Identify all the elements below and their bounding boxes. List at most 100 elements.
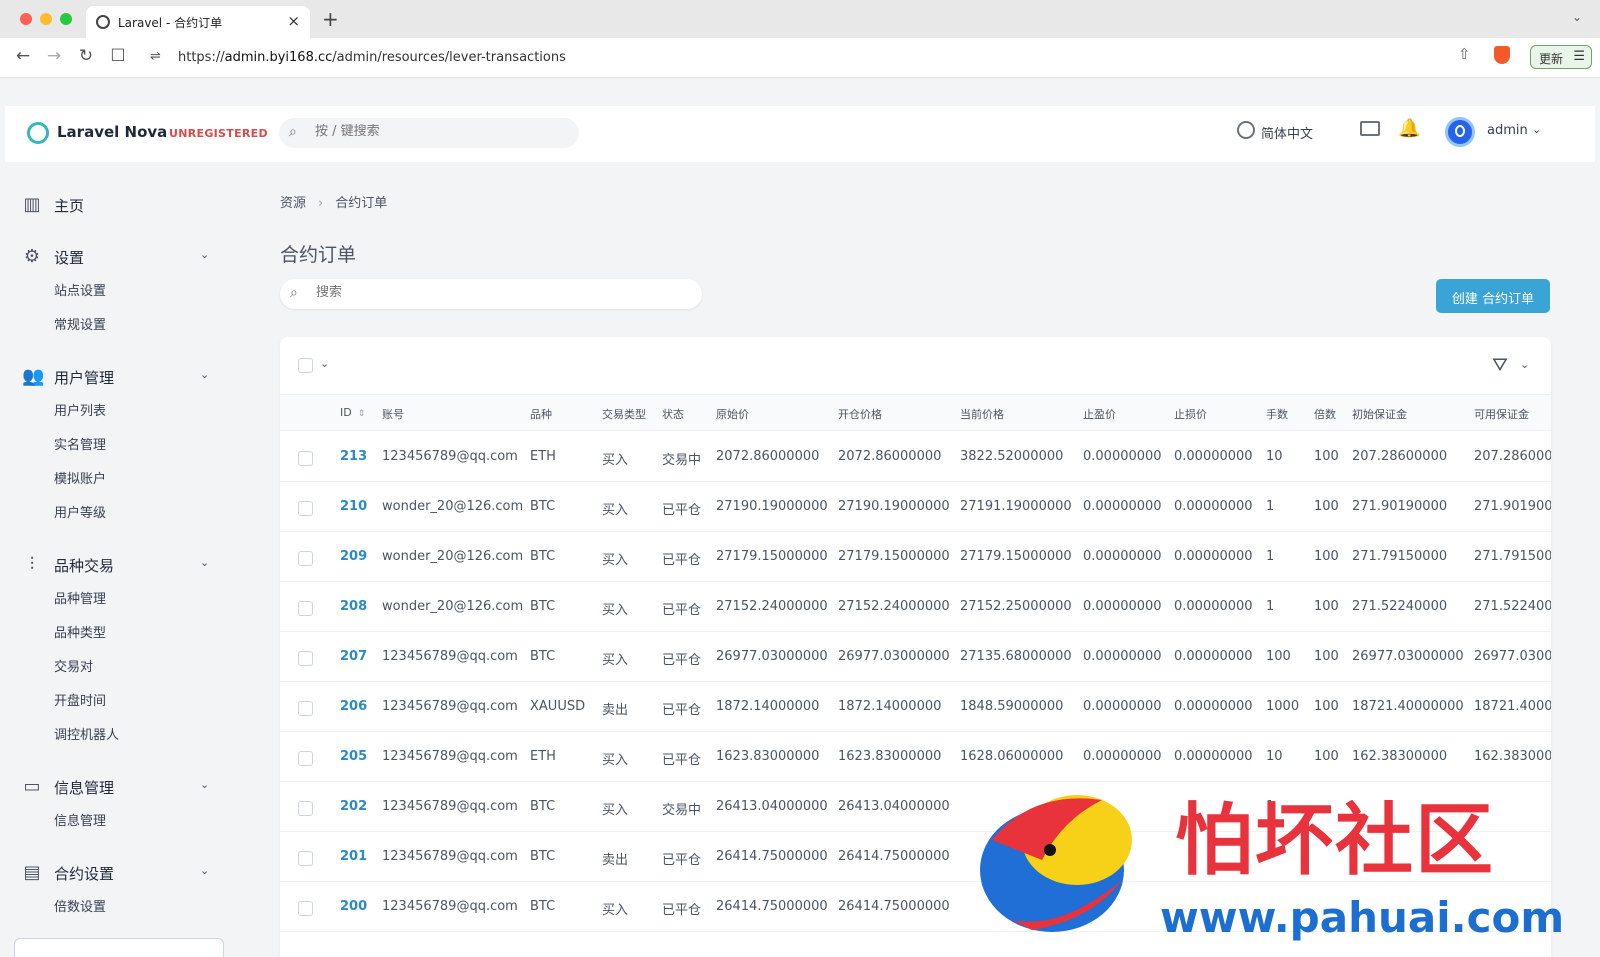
cell-id[interactable]: 205 bbox=[340, 749, 367, 764]
row-checkbox[interactable] bbox=[298, 751, 313, 766]
filter-icon[interactable]: ⛛ bbox=[1492, 354, 1508, 376]
sidebar-item-pairs[interactable]: 交易对 bbox=[54, 656, 93, 675]
table-row[interactable]: 209 wonder_20@126.com BTC 买入 已平仓 27179.150000… bbox=[280, 532, 1551, 582]
row-checkbox[interactable] bbox=[298, 551, 313, 566]
sidebar-item-symbols[interactable]: 品种管理 bbox=[54, 588, 106, 607]
cell-take-profit: 0.00000000 bbox=[1083, 749, 1162, 764]
row-checkbox[interactable] bbox=[298, 501, 313, 516]
table-row[interactable]: 206 123456789@qq.com XAUUSD 卖出 已平仓 1872.14000… bbox=[280, 682, 1551, 732]
column-header-trade-type: 交易类型 bbox=[602, 408, 646, 421]
new-tab-button[interactable]: + bbox=[322, 7, 339, 31]
row-checkbox[interactable] bbox=[298, 701, 313, 716]
minimize-window-button[interactable] bbox=[40, 13, 52, 25]
chevron-down-icon[interactable]: ⌄ bbox=[320, 357, 329, 370]
bookmark-icon[interactable]: ☐ bbox=[107, 46, 129, 66]
maximize-window-button[interactable] bbox=[60, 13, 72, 25]
unregistered-badge[interactable]: UNREGISTERED bbox=[169, 127, 268, 140]
sidebar-group-contract[interactable]: ▤ 合约设置 ⌄ bbox=[0, 860, 230, 886]
tab-close-icon[interactable]: × bbox=[287, 12, 300, 30]
cell-id[interactable]: 201 bbox=[340, 849, 367, 864]
cell-id[interactable]: 210 bbox=[340, 499, 367, 514]
table-row[interactable]: 208 wonder_20@126.com BTC 买入 已平仓 27152.240000… bbox=[280, 582, 1551, 632]
row-checkbox[interactable] bbox=[298, 801, 313, 816]
global-search-input[interactable] bbox=[315, 124, 565, 139]
chevron-down-icon[interactable]: ⌄ bbox=[1532, 123, 1541, 136]
cell-id[interactable]: 200 bbox=[340, 899, 367, 914]
cell-current-price: 1848.59000000 bbox=[960, 699, 1064, 714]
browser-tab-active[interactable]: Laravel - 合约订单 × bbox=[86, 6, 310, 38]
column-header-id[interactable]: ID ⇕ bbox=[340, 406, 365, 419]
sidebar-item-messages[interactable]: 信息管理 bbox=[54, 810, 106, 829]
logo-text[interactable]: Laravel Nova bbox=[57, 123, 167, 141]
close-window-button[interactable] bbox=[20, 13, 32, 25]
row-checkbox[interactable] bbox=[298, 651, 313, 666]
share-icon[interactable]: ⇧ bbox=[1458, 45, 1471, 63]
chevron-down-icon[interactable]: ⌄ bbox=[1520, 358, 1529, 371]
cell-trade-type: 买入 bbox=[602, 753, 629, 768]
select-all-checkbox[interactable] bbox=[298, 358, 313, 373]
cell-trade-type: 买入 bbox=[602, 653, 629, 668]
cell-account: 123456789@qq.com bbox=[382, 849, 518, 864]
presentation-icon: ▤ bbox=[23, 862, 41, 883]
cell-id[interactable]: 209 bbox=[340, 549, 367, 564]
sidebar-group-trading[interactable]: ⫶ 品种交易 ⌄ bbox=[0, 552, 230, 578]
row-checkbox[interactable] bbox=[298, 601, 313, 616]
table-row[interactable]: 205 123456789@qq.com ETH 买入 已平仓 1623.83000000… bbox=[280, 732, 1551, 782]
cell-current-price: 27179.15000000 bbox=[960, 549, 1072, 564]
table-row[interactable]: 213 123456789@qq.com ETH 买入 交易中 2072.86000000… bbox=[280, 432, 1551, 482]
bell-icon[interactable]: 🔔 bbox=[1398, 118, 1420, 139]
global-search[interactable]: ⌕ bbox=[279, 118, 579, 148]
sidebar-item-symbol-types[interactable]: 品种类型 bbox=[54, 622, 106, 641]
cell-open-price: 26414.75000000 bbox=[838, 899, 950, 914]
breadcrumb: 资源 › 合约订单 bbox=[280, 192, 387, 211]
monitor-icon[interactable] bbox=[1360, 121, 1380, 136]
brave-shield-icon[interactable] bbox=[1494, 46, 1510, 64]
breadcrumb-resources[interactable]: 资源 bbox=[280, 196, 306, 211]
language-switcher[interactable]: 简体中文 bbox=[1261, 123, 1313, 142]
cell-status: 已平仓 bbox=[662, 703, 702, 718]
resource-search-input[interactable] bbox=[316, 285, 686, 300]
sidebar-group-settings[interactable]: ⚙ 设置 ⌄ bbox=[0, 244, 230, 270]
cell-id[interactable]: 208 bbox=[340, 599, 367, 614]
avatar[interactable] bbox=[1445, 117, 1475, 147]
cell-id[interactable]: 206 bbox=[340, 699, 367, 714]
sidebar-group-messages[interactable]: ▭ 信息管理 ⌄ bbox=[0, 774, 230, 800]
user-menu[interactable]: admin bbox=[1487, 123, 1528, 138]
table-row[interactable]: 207 123456789@qq.com BTC 买入 已平仓 26977.0300000… bbox=[280, 632, 1551, 682]
sidebar-item-user-levels[interactable]: 用户等级 bbox=[54, 502, 106, 521]
forward-icon[interactable]: → bbox=[43, 46, 65, 66]
row-checkbox[interactable] bbox=[298, 851, 313, 866]
back-icon[interactable]: ← bbox=[12, 46, 34, 66]
sidebar-group-users[interactable]: 👥 用户管理 ⌄ bbox=[0, 364, 230, 390]
cell-original-price: 27190.19000000 bbox=[716, 499, 828, 514]
sidebar-item-active-partial[interactable] bbox=[14, 938, 224, 957]
row-checkbox[interactable] bbox=[298, 901, 313, 916]
table-row[interactable]: 210 wonder_20@126.com BTC 买入 已平仓 27190.190000… bbox=[280, 482, 1551, 532]
tab-list-chevron-icon[interactable]: ⌄ bbox=[1572, 10, 1582, 24]
sidebar-item-site-settings[interactable]: 站点设置 bbox=[54, 280, 106, 299]
row-checkbox[interactable] bbox=[298, 451, 313, 466]
sidebar-item-control-bot[interactable]: 调控机器人 bbox=[54, 724, 119, 743]
cell-id[interactable]: 207 bbox=[340, 649, 367, 664]
nova-logo-icon[interactable] bbox=[27, 122, 49, 144]
sidebar-item-multiplier[interactable]: 倍数设置 bbox=[54, 896, 106, 915]
sidebar-item-verification[interactable]: 实名管理 bbox=[54, 434, 106, 453]
site-info-icon[interactable]: ⇌ bbox=[150, 49, 161, 64]
cell-id[interactable]: 213 bbox=[340, 449, 367, 464]
sidebar-item-home[interactable]: ▥ 主页 bbox=[0, 192, 230, 218]
resource-search[interactable]: ⌕ bbox=[280, 279, 702, 309]
address-bar[interactable]: ⇌ https://admin.byi168.cc/admin/resource… bbox=[140, 43, 1480, 73]
language-globe-icon[interactable] bbox=[1237, 121, 1255, 139]
sidebar-item-demo-accounts[interactable]: 模拟账户 bbox=[54, 468, 106, 487]
chevron-down-icon: ⌄ bbox=[200, 248, 210, 261]
cell-available-margin: 271.522400 bbox=[1474, 599, 1551, 614]
sort-icon[interactable]: ⇕ bbox=[358, 409, 366, 419]
cell-current-price: 27135.68000000 bbox=[960, 649, 1072, 664]
reload-icon[interactable]: ↻ bbox=[75, 46, 97, 66]
sidebar-item-general-settings[interactable]: 常规设置 bbox=[54, 314, 106, 333]
sidebar-item-user-list[interactable]: 用户列表 bbox=[54, 400, 106, 419]
sidebar-item-market-hours[interactable]: 开盘时间 bbox=[54, 690, 106, 709]
update-button[interactable]: 更新 ☰ bbox=[1530, 45, 1592, 69]
create-order-button[interactable]: 创建 合约订单 bbox=[1436, 279, 1550, 313]
cell-id[interactable]: 202 bbox=[340, 799, 367, 814]
